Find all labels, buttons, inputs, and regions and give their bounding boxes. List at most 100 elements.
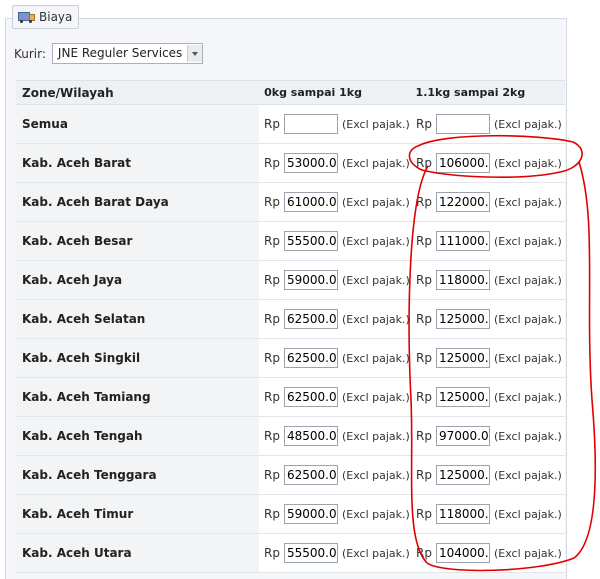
currency-label: Rp — [264, 195, 280, 209]
currency-label: Rp — [416, 390, 432, 404]
table-row: Kab. Aceh Barat Rp (Excl pajak.) Rp (Excl pa… — [16, 144, 565, 183]
chevron-down-icon[interactable] — [187, 45, 203, 62]
currency-label: Rp — [264, 390, 280, 404]
biaya-legend: Biaya — [12, 5, 80, 29]
currency-label: Rp — [264, 546, 280, 560]
zone-name: Kab. Aceh Selatan — [16, 300, 259, 338]
kurir-selected-value: JNE Reguler Services — [57, 46, 183, 60]
price-input-0-1kg[interactable] — [283, 309, 338, 329]
cell-0-1kg: Rp (Excl pajak.) — [259, 534, 413, 572]
cell-1-2kg: Rp (Excl pajak.) — [413, 339, 565, 377]
currency-label: Rp — [264, 429, 280, 443]
price-input-0-1kg[interactable] — [283, 231, 338, 251]
cell-0-1kg: Rp (Excl pajak.) — [259, 261, 413, 299]
table-row: Kab. Aceh Tengah Rp (Excl pajak.) Rp (Excl p… — [16, 417, 565, 456]
cell-1-2kg: Rp (Excl pajak.) — [413, 495, 565, 533]
zone-name: Kab. Aceh Tamiang — [16, 378, 259, 416]
excl-tax-label: (Excl pajak.) — [341, 273, 410, 287]
cell-0-1kg: Rp (Excl pajak.) — [259, 456, 413, 494]
price-input-1-2kg[interactable] — [435, 465, 490, 485]
price-input-0-1kg[interactable] — [283, 348, 338, 368]
cell-1-2kg: Rp (Excl pajak.) — [413, 534, 565, 572]
table-row: Semua Rp (Excl pajak.) Rp (Excl pajak.) — [16, 105, 565, 144]
currency-label: Rp — [264, 156, 280, 170]
table-row: Kab. Aceh Tenggara Rp (Excl pajak.) Rp (Excl… — [16, 456, 565, 495]
table-row: Kab. Aceh Tamiang Rp (Excl pajak.) Rp (Excl … — [16, 378, 565, 417]
price-input-1-2kg[interactable] — [435, 348, 490, 368]
currency-label: Rp — [264, 273, 280, 287]
excl-tax-label: (Excl pajak.) — [493, 273, 562, 287]
price-input-1-2kg[interactable] — [435, 270, 490, 290]
price-input-1-2kg[interactable] — [435, 543, 490, 563]
price-input-1-2kg[interactable] — [435, 153, 490, 173]
excl-tax-label: (Excl pajak.) — [493, 390, 562, 404]
price-input-0-1kg[interactable] — [283, 153, 338, 173]
excl-tax-label: (Excl pajak.) — [493, 156, 562, 170]
table-header: Zone/Wilayah 0kg sampai 1kg 1.1kg sampai… — [16, 80, 565, 105]
price-input-1-2kg[interactable] — [435, 192, 490, 212]
zone-name: Kab. Aceh Barat Daya — [16, 183, 259, 221]
price-input-1-2kg[interactable] — [435, 231, 490, 251]
currency-label: Rp — [264, 234, 280, 248]
table-body: Semua Rp (Excl pajak.) Rp (Excl pajak.) Kab. … — [16, 105, 565, 573]
excl-tax-label: (Excl pajak.) — [341, 546, 410, 560]
currency-label: Rp — [264, 312, 280, 326]
header-0-1kg: 0kg sampai 1kg — [264, 86, 362, 99]
currency-label: Rp — [416, 507, 432, 521]
currency-label: Rp — [416, 195, 432, 209]
cell-1-2kg: Rp (Excl pajak.) — [413, 183, 565, 221]
excl-tax-label: (Excl pajak.) — [493, 429, 562, 443]
table-row: Kab. Aceh Besar Rp (Excl pajak.) Rp (Excl pa… — [16, 222, 565, 261]
price-input-0-1kg[interactable] — [283, 426, 338, 446]
price-input-0-1kg[interactable] — [283, 387, 338, 407]
excl-tax-label: (Excl pajak.) — [493, 117, 562, 131]
table-row: Kab. Aceh Selatan Rp (Excl pajak.) Rp (Excl … — [16, 300, 565, 339]
excl-tax-label: (Excl pajak.) — [341, 195, 410, 209]
currency-label: Rp — [416, 234, 432, 248]
excl-tax-label: (Excl pajak.) — [341, 156, 410, 170]
kurir-select[interactable]: JNE Reguler Services — [51, 43, 204, 64]
excl-tax-label: (Excl pajak.) — [341, 429, 410, 443]
price-input-1-2kg[interactable] — [435, 309, 490, 329]
zone-name: Kab. Aceh Tenggara — [16, 456, 259, 494]
excl-tax-label: (Excl pajak.) — [493, 351, 562, 365]
cell-0-1kg: Rp (Excl pajak.) — [259, 144, 413, 182]
excl-tax-label: (Excl pajak.) — [341, 507, 410, 521]
price-input-1-2kg[interactable] — [435, 426, 490, 446]
price-input-0-1kg[interactable] — [283, 270, 338, 290]
excl-tax-label: (Excl pajak.) — [341, 117, 410, 131]
currency-label: Rp — [416, 273, 432, 287]
cell-1-2kg: Rp (Excl pajak.) — [413, 417, 565, 455]
cell-0-1kg: Rp (Excl pajak.) — [259, 495, 413, 533]
zone-name: Kab. Aceh Barat — [16, 144, 259, 182]
price-input-1-2kg[interactable] — [435, 114, 490, 134]
price-input-0-1kg[interactable] — [283, 504, 338, 524]
price-input-0-1kg[interactable] — [283, 114, 338, 134]
table-row: Kab. Aceh Timur Rp (Excl pajak.) Rp (Excl pa… — [16, 495, 565, 534]
excl-tax-label: (Excl pajak.) — [341, 468, 410, 482]
currency-label: Rp — [264, 468, 280, 482]
zone-name: Kab. Aceh Singkil — [16, 339, 259, 377]
cell-1-2kg: Rp (Excl pajak.) — [413, 144, 565, 182]
price-input-0-1kg[interactable] — [283, 543, 338, 563]
currency-label: Rp — [416, 312, 432, 326]
zone-name: Kab. Aceh Tengah — [16, 417, 259, 455]
cell-1-2kg: Rp (Excl pajak.) — [413, 105, 565, 143]
excl-tax-label: (Excl pajak.) — [493, 507, 562, 521]
excl-tax-label: (Excl pajak.) — [341, 312, 410, 326]
header-1-2kg: 1.1kg sampai 2kg — [415, 86, 526, 99]
price-input-0-1kg[interactable] — [283, 465, 338, 485]
truck-icon — [18, 12, 35, 23]
cell-0-1kg: Rp (Excl pajak.) — [259, 339, 413, 377]
cell-1-2kg: Rp (Excl pajak.) — [413, 261, 565, 299]
currency-label: Rp — [264, 351, 280, 365]
zone-name: Semua — [16, 105, 259, 143]
cell-1-2kg: Rp (Excl pajak.) — [413, 456, 565, 494]
price-input-0-1kg[interactable] — [283, 192, 338, 212]
currency-label: Rp — [264, 117, 280, 131]
cell-0-1kg: Rp (Excl pajak.) — [259, 183, 413, 221]
price-input-1-2kg[interactable] — [435, 387, 490, 407]
price-input-1-2kg[interactable] — [435, 504, 490, 524]
zone-name: Kab. Aceh Jaya — [16, 261, 259, 299]
kurir-row: Kurir: JNE Reguler Services — [14, 43, 204, 64]
